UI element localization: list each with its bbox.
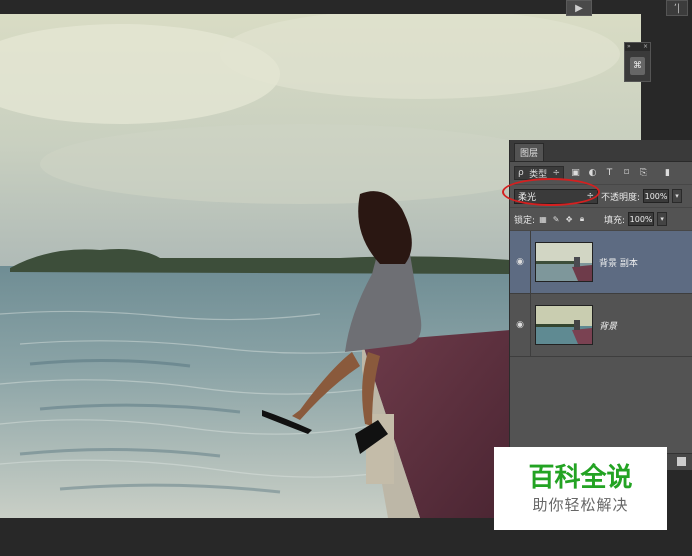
fill-label: 填充:	[604, 215, 626, 226]
properties-icon-glyph: ⌘	[633, 61, 642, 71]
type-filter-icon[interactable]: T	[604, 168, 615, 179]
collapsed-panel-header: » ×	[625, 43, 650, 51]
highlight-annotation-ring	[502, 178, 600, 206]
smart-object-filter-icon[interactable]: ⎘	[638, 168, 649, 179]
layer-divider	[530, 294, 531, 356]
opacity-input[interactable]: 100%	[643, 189, 670, 203]
shape-filter-icon[interactable]: ⌑	[621, 168, 632, 179]
watermark-subtitle: 助你轻松解决	[532, 495, 629, 514]
lock-label: 锁定:	[514, 215, 536, 226]
opacity-dropdown-button[interactable]: ▾	[672, 189, 683, 203]
close-icon[interactable]: ×	[643, 43, 648, 51]
watermark-title: 百科全说	[528, 462, 633, 493]
panel-toggle-icon: ʼ|	[673, 2, 681, 14]
collapse-icon[interactable]: »	[627, 43, 631, 51]
filter-toggle-icon[interactable]: ▮	[662, 168, 673, 179]
layer-row-background[interactable]: ◉ 背景	[510, 294, 692, 357]
eye-icon[interactable]: ◉	[510, 257, 530, 267]
chevron-down-icon: ▾	[675, 192, 679, 200]
play-button[interactable]: ▶	[566, 0, 592, 16]
lock-pixels-icon[interactable]: ✎	[551, 214, 561, 224]
thumbnail-image	[536, 306, 592, 344]
chevron-down-icon: ▾	[660, 215, 664, 223]
fill-dropdown-button[interactable]: ▾	[657, 212, 668, 226]
lock-position-icon[interactable]: ✥	[564, 214, 574, 224]
layer-name: 背景	[599, 321, 618, 332]
opacity-label: 不透明度:	[601, 192, 641, 203]
search-icon: ρ	[518, 168, 524, 178]
lock-all-icon[interactable]: 🔒︎	[577, 214, 587, 224]
thumbnail-image	[536, 243, 592, 281]
lock-fill-row: 锁定: ▦ ✎ ✥ 🔒︎ 填充: 100% ▾	[510, 208, 692, 231]
panel-toggle-button[interactable]: ʼ|	[666, 0, 688, 16]
layer-row-background-copy[interactable]: ◉ 背景 副本	[510, 231, 692, 294]
layer-name: 背景 副本	[599, 258, 638, 269]
eye-icon[interactable]: ◉	[510, 320, 530, 330]
chevron-updown-icon: ÷	[552, 168, 560, 178]
tab-layers[interactable]: 图层	[514, 143, 545, 161]
lock-transparent-icon[interactable]: ▦	[538, 214, 548, 224]
collapsed-panel-dock: » × ⌘	[624, 42, 651, 82]
layer-thumbnail	[535, 242, 593, 282]
layers-panel-tabbar: 图层	[510, 140, 692, 162]
adjustment-filter-icon[interactable]: ◐	[587, 168, 598, 179]
play-icon: ▶	[575, 2, 583, 14]
trash-icon[interactable]	[677, 457, 686, 466]
layer-divider	[530, 231, 531, 293]
fill-input[interactable]: 100%	[628, 212, 655, 226]
image-filter-icon[interactable]: ▣	[570, 168, 581, 179]
watermark-logo: 百科全说 助你轻松解决	[494, 447, 667, 530]
layer-thumbnail	[535, 305, 593, 345]
properties-panel-icon[interactable]: ⌘	[630, 57, 645, 75]
